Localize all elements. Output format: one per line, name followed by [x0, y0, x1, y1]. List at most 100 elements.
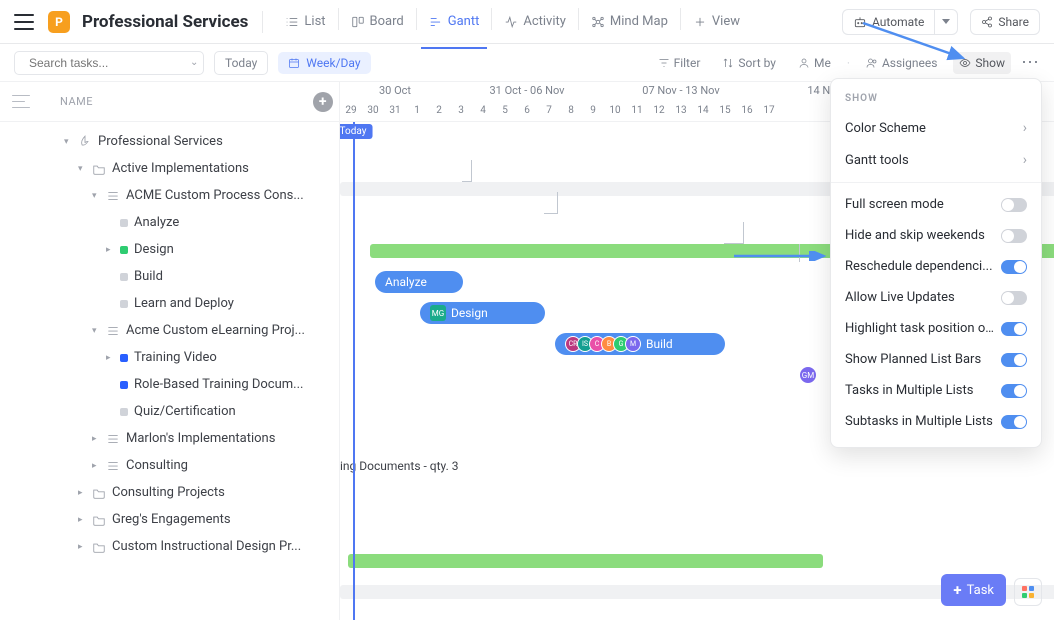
tree-item[interactable]: Build: [0, 263, 339, 290]
toggle-switch[interactable]: [1001, 322, 1027, 336]
share-button[interactable]: Share: [970, 9, 1040, 35]
view-tab-mind-map[interactable]: Mind Map: [583, 8, 676, 35]
list-icon: [106, 459, 120, 473]
status-dot: [120, 354, 128, 362]
toggle-label: Full screen mode: [845, 197, 944, 212]
day-label: 4: [472, 105, 494, 116]
week-label: 31 Oct - 06 Nov: [450, 84, 604, 97]
day-label: 3: [450, 105, 472, 116]
add-button[interactable]: +: [313, 92, 333, 112]
show-toggle-highlight-task-position-[interactable]: Highlight task position o...: [831, 313, 1041, 344]
toggle-switch[interactable]: [1001, 415, 1027, 429]
show-menu-item-gantt-tools[interactable]: Gantt tools›: [831, 144, 1041, 176]
status-dot: [120, 300, 128, 308]
folder: [92, 540, 106, 554]
tree-item[interactable]: ▾Professional Services: [0, 128, 339, 155]
tree-item[interactable]: ▸Design: [0, 236, 339, 263]
automate-button[interactable]: Automate: [842, 9, 934, 35]
apps-button[interactable]: [1014, 578, 1042, 606]
milestone[interactable]: GM: [800, 367, 816, 383]
menu-separator: [831, 182, 1041, 183]
view-tab-board[interactable]: Board: [343, 8, 412, 35]
show-toggle-show-planned-list-bars[interactable]: Show Planned List Bars: [831, 344, 1041, 375]
chevron-icon: ▾: [92, 191, 100, 201]
sidebar-header: NAME +: [0, 82, 339, 122]
view-tab-view[interactable]: View: [685, 8, 748, 35]
tree-item[interactable]: Analyze: [0, 209, 339, 236]
tree-item[interactable]: ▸Consulting: [0, 452, 339, 479]
plus-icon: [693, 15, 707, 29]
chevron-icon: ▾: [92, 326, 100, 336]
tree-item[interactable]: ▸Training Video: [0, 344, 339, 371]
chevron-icon: ▸: [78, 488, 86, 498]
show-button[interactable]: Show: [953, 52, 1011, 74]
show-toggle-reschedule-dependenci-[interactable]: Reschedule dependenci...: [831, 251, 1041, 282]
tree-item[interactable]: ▸Greg's Engagements: [0, 506, 339, 533]
search-input-wrap[interactable]: ⌄: [14, 51, 204, 75]
view-tab-gantt[interactable]: Gantt: [421, 8, 488, 35]
automate-dropdown[interactable]: [934, 9, 958, 35]
collapse-icon[interactable]: [12, 93, 30, 111]
today-line: [353, 122, 355, 620]
chevron-right-icon: ›: [1023, 152, 1027, 168]
weekday-toggle[interactable]: Week/Day: [278, 52, 370, 74]
toggle-switch[interactable]: [1001, 384, 1027, 398]
day-label: 6: [516, 105, 538, 116]
tree-item[interactable]: Learn and Deploy: [0, 290, 339, 317]
task-bar[interactable]: MGDesign: [420, 302, 545, 324]
column-header-name: NAME: [60, 95, 93, 108]
tree-item[interactable]: ▸Consulting Projects: [0, 479, 339, 506]
tree-item-label: Marlon's Implementations: [126, 431, 275, 446]
show-toggle-subtasks-in-multiple-lis[interactable]: Subtasks in Multiple Lists: [831, 406, 1041, 437]
tree-item[interactable]: ▸Marlon's Implementations: [0, 425, 339, 452]
filter-button[interactable]: Filter: [652, 52, 707, 74]
divider: [262, 11, 263, 33]
tree-item[interactable]: ▾ACME Custom Process Cons...: [0, 182, 339, 209]
gantt-row: [340, 514, 1054, 545]
tree-item-label: Learn and Deploy: [134, 296, 234, 311]
toggle-switch[interactable]: [1001, 260, 1027, 274]
day-label: 7: [538, 105, 560, 116]
task-bar[interactable]: CRISCBGMBuild: [555, 333, 725, 355]
automate-button-group[interactable]: Automate: [842, 9, 958, 35]
chevron-down-icon[interactable]: ⌄: [190, 57, 198, 68]
new-task-button[interactable]: + Task: [941, 574, 1006, 606]
tree-item[interactable]: ▾Active Implementations: [0, 155, 339, 182]
toggle-switch[interactable]: [1001, 198, 1027, 212]
search-input[interactable]: [29, 56, 184, 70]
tree-item[interactable]: ▸Custom Instructional Design Pr...: [0, 533, 339, 560]
apps-grid-icon: [1022, 586, 1034, 598]
chevron-icon: ▸: [78, 542, 86, 552]
toggle-switch[interactable]: [1001, 353, 1027, 367]
day-label: 8: [560, 105, 582, 116]
toggle-switch[interactable]: [1001, 291, 1027, 305]
more-options[interactable]: ⋯: [1021, 52, 1040, 73]
tree-item-label: Design: [134, 242, 174, 257]
me-filter[interactable]: Me: [792, 52, 837, 74]
chevron-icon: ▸: [106, 353, 114, 363]
tree-item[interactable]: Quiz/Certification: [0, 398, 339, 425]
today-button[interactable]: Today: [214, 51, 268, 75]
task-text[interactable]: ing Documents - qty. 3: [340, 459, 458, 473]
assignees-filter[interactable]: Assignees: [860, 52, 943, 74]
view-tab-list[interactable]: List: [277, 8, 333, 35]
tree-item[interactable]: Role-Based Training Docum...: [0, 371, 339, 398]
task-bar[interactable]: Analyze: [375, 271, 463, 293]
summary-bar[interactable]: [348, 554, 823, 568]
topbar: P Professional Services ListBoardGanttAc…: [0, 0, 1054, 44]
sidebar: NAME + ▾Professional Services▾Active Imp…: [0, 82, 340, 620]
menu-icon[interactable]: [14, 14, 34, 30]
share-icon: [981, 16, 993, 28]
view-tab-activity[interactable]: Activity: [496, 8, 574, 35]
show-toggle-allow-live-updates[interactable]: Allow Live Updates: [831, 282, 1041, 313]
sortby-button[interactable]: Sort by: [716, 52, 782, 74]
show-toggle-full-screen-mode[interactable]: Full screen mode: [831, 189, 1041, 220]
show-toggle-hide-and-skip-weekends[interactable]: Hide and skip weekends: [831, 220, 1041, 251]
show-toggle-tasks-in-multiple-lists[interactable]: Tasks in Multiple Lists: [831, 375, 1041, 406]
show-label: Show: [975, 56, 1005, 70]
mindmap-icon: [591, 15, 605, 29]
tree-item[interactable]: ▾Acme Custom eLearning Proj...: [0, 317, 339, 344]
show-menu-item-color-scheme[interactable]: Color Scheme›: [831, 112, 1041, 144]
share-label: Share: [998, 15, 1029, 29]
toggle-switch[interactable]: [1001, 229, 1027, 243]
